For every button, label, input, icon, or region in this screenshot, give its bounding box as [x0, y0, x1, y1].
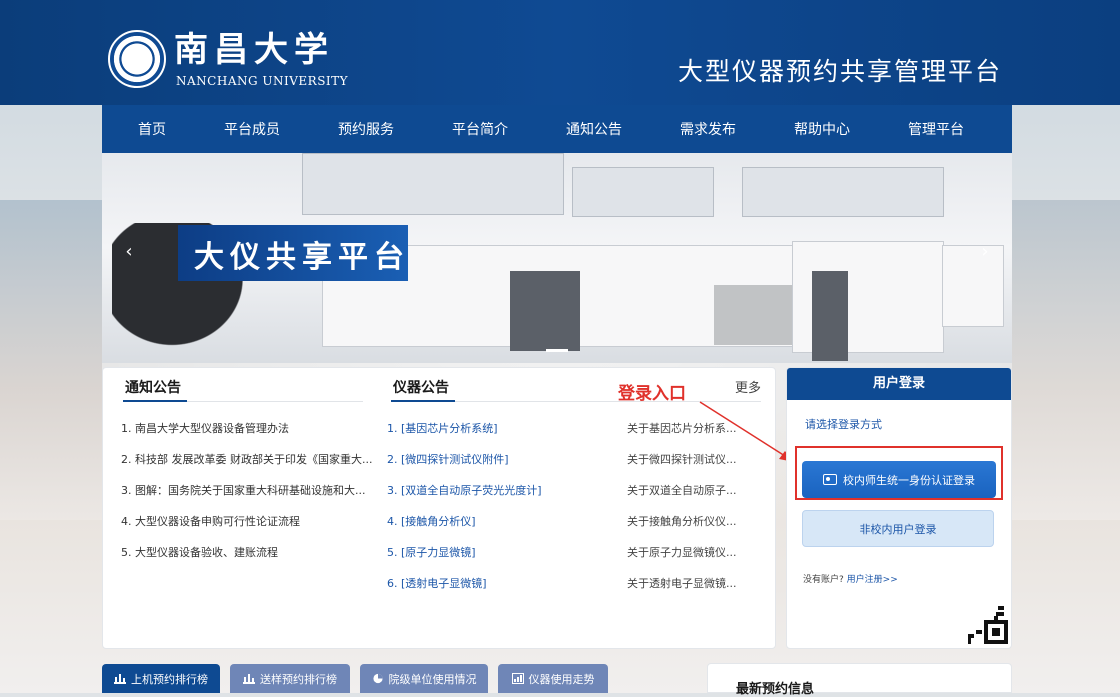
- instrument-item-desc[interactable]: 关于透射电子显微镜...: [627, 575, 751, 591]
- banner-prev-arrow-icon[interactable]: ‹: [118, 241, 140, 263]
- bar-chart-icon: [243, 674, 255, 684]
- tab-sample-ranking[interactable]: 送样预约排行榜: [230, 664, 350, 693]
- platform-title: 大型仪器预约共享管理平台: [677, 57, 1002, 86]
- lab-shelf: [572, 167, 714, 217]
- trend-chart-icon: [511, 673, 524, 684]
- pie-chart-icon: [372, 673, 383, 684]
- external-login-button[interactable]: 非校内用户登录: [802, 510, 994, 547]
- instruments-title[interactable]: 仪器公告: [393, 377, 449, 397]
- notice-item[interactable]: 5. 大型仪器设备验收、建账流程: [121, 544, 373, 560]
- nav-item-members[interactable]: 平台成员: [224, 119, 280, 139]
- instruments-divider: [455, 401, 761, 402]
- nav-item-demands[interactable]: 需求发布: [680, 119, 736, 139]
- notice-item[interactable]: 4. 大型仪器设备申购可行性论证流程: [121, 513, 373, 529]
- nav-item-notices[interactable]: 通知公告: [566, 119, 622, 139]
- main-nav: 首页 平台成员 预约服务 平台简介 通知公告 需求发布 帮助中心 管理平台: [102, 105, 1012, 153]
- sso-login-button[interactable]: 校内师生统一身份认证登录: [802, 461, 996, 498]
- nav-item-admin[interactable]: 管理平台: [908, 119, 964, 139]
- background-building-left: [0, 200, 102, 520]
- lab-cabinet: [812, 271, 848, 361]
- tab-label: 仪器使用走势: [528, 672, 595, 686]
- banner-title: 大仪共享平台: [194, 240, 410, 275]
- instruments-underline: [391, 400, 455, 402]
- instrument-item-desc[interactable]: 关于微四探针测试仪...: [627, 451, 751, 467]
- instrument-item-name[interactable]: 3. [双道全自动原子荧光光度计]: [387, 482, 587, 498]
- register-link[interactable]: 用户注册>>: [847, 575, 898, 585]
- background-building-right: [1012, 200, 1120, 520]
- university-name-cn[interactable]: 南昌大学: [174, 30, 334, 70]
- university-name-en: NANCHANG UNIVERSITY: [176, 74, 349, 88]
- latest-bookings-panel: 最新预约信息: [707, 663, 1012, 697]
- sso-login-label: 校内师生统一身份认证登录: [843, 474, 975, 487]
- lab-cabinet: [714, 285, 792, 345]
- university-seal-icon[interactable]: [108, 30, 166, 88]
- no-account-text: 没有账户?: [803, 575, 844, 585]
- lab-shelf: [302, 153, 564, 215]
- tab-unit-usage[interactable]: 院级单位使用情况: [360, 664, 488, 693]
- notice-item[interactable]: 1. 南昌大学大型仪器设备管理办法: [121, 420, 373, 436]
- qr-code-icon[interactable]: [966, 604, 1008, 644]
- instrument-item-name[interactable]: 1. [基因芯片分析系统]: [387, 420, 587, 436]
- id-card-icon: [823, 474, 837, 485]
- instrument-item-name[interactable]: 6. [透射电子显微镜]: [387, 575, 587, 591]
- notices-divider: [187, 401, 363, 402]
- nav-item-home[interactable]: 首页: [138, 119, 166, 139]
- notice-item[interactable]: 2. 科技部 发展改革委 财政部关于印发《国家重大...: [121, 451, 373, 467]
- nav-item-booking[interactable]: 预约服务: [338, 119, 394, 139]
- login-method-prompt: 请选择登录方式: [805, 418, 882, 431]
- notices-title[interactable]: 通知公告: [125, 377, 181, 397]
- nav-item-about[interactable]: 平台简介: [452, 119, 508, 139]
- lab-shelf: [742, 167, 944, 217]
- instrument-item-desc[interactable]: 关于接触角分析仪仪...: [627, 513, 751, 529]
- instrument-item-name[interactable]: 4. [接触角分析仪]: [387, 513, 587, 529]
- tab-label: 送样预约排行榜: [260, 672, 337, 686]
- notice-item[interactable]: 3. 图解：国务院关于国家重大科研基础设施和大...: [121, 482, 373, 498]
- banner-indicator[interactable]: [546, 349, 568, 352]
- tab-label: 上机预约排行榜: [131, 672, 208, 686]
- notice-panel: 通知公告 仪器公告 更多 1. 南昌大学大型仪器设备管理办法 2. 科技部 发展…: [102, 367, 776, 649]
- latest-bookings-title: 最新预约信息: [736, 682, 815, 697]
- notices-underline: [123, 400, 187, 402]
- instrument-item-name[interactable]: 5. [原子力显微镜]: [387, 544, 587, 560]
- login-title: 用户登录: [787, 368, 1011, 400]
- hero-banner: 大仪共享平台 ‹ ›: [102, 153, 1012, 363]
- banner-next-arrow-icon[interactable]: ›: [974, 241, 996, 263]
- instrument-item-name[interactable]: 2. [微四探针测试仪附件]: [387, 451, 587, 467]
- tab-machine-ranking[interactable]: 上机预约排行榜: [102, 664, 220, 693]
- lab-cabinet: [510, 271, 580, 351]
- nav-item-help[interactable]: 帮助中心: [794, 119, 850, 139]
- instrument-item-desc[interactable]: 关于基因芯片分析系...: [627, 420, 751, 436]
- bar-chart-icon: [114, 674, 126, 684]
- login-entry-annotation: 登录入口: [618, 384, 686, 404]
- register-row: 没有账户? 用户注册>>: [803, 572, 898, 585]
- tab-usage-trend[interactable]: 仪器使用走势: [498, 664, 608, 693]
- instrument-item-desc[interactable]: 关于双道全自动原子...: [627, 482, 751, 498]
- tab-label: 院级单位使用情况: [388, 672, 477, 686]
- header-inner: 南昌大学 NANCHANG UNIVERSITY 大型仪器预约共享管理平台: [102, 0, 1012, 105]
- site-header: 南昌大学 NANCHANG UNIVERSITY 大型仪器预约共享管理平台: [0, 0, 1120, 105]
- instruments-more-link[interactable]: 更多: [735, 377, 761, 396]
- instrument-item-desc[interactable]: 关于原子力显微镜仪...: [627, 544, 751, 560]
